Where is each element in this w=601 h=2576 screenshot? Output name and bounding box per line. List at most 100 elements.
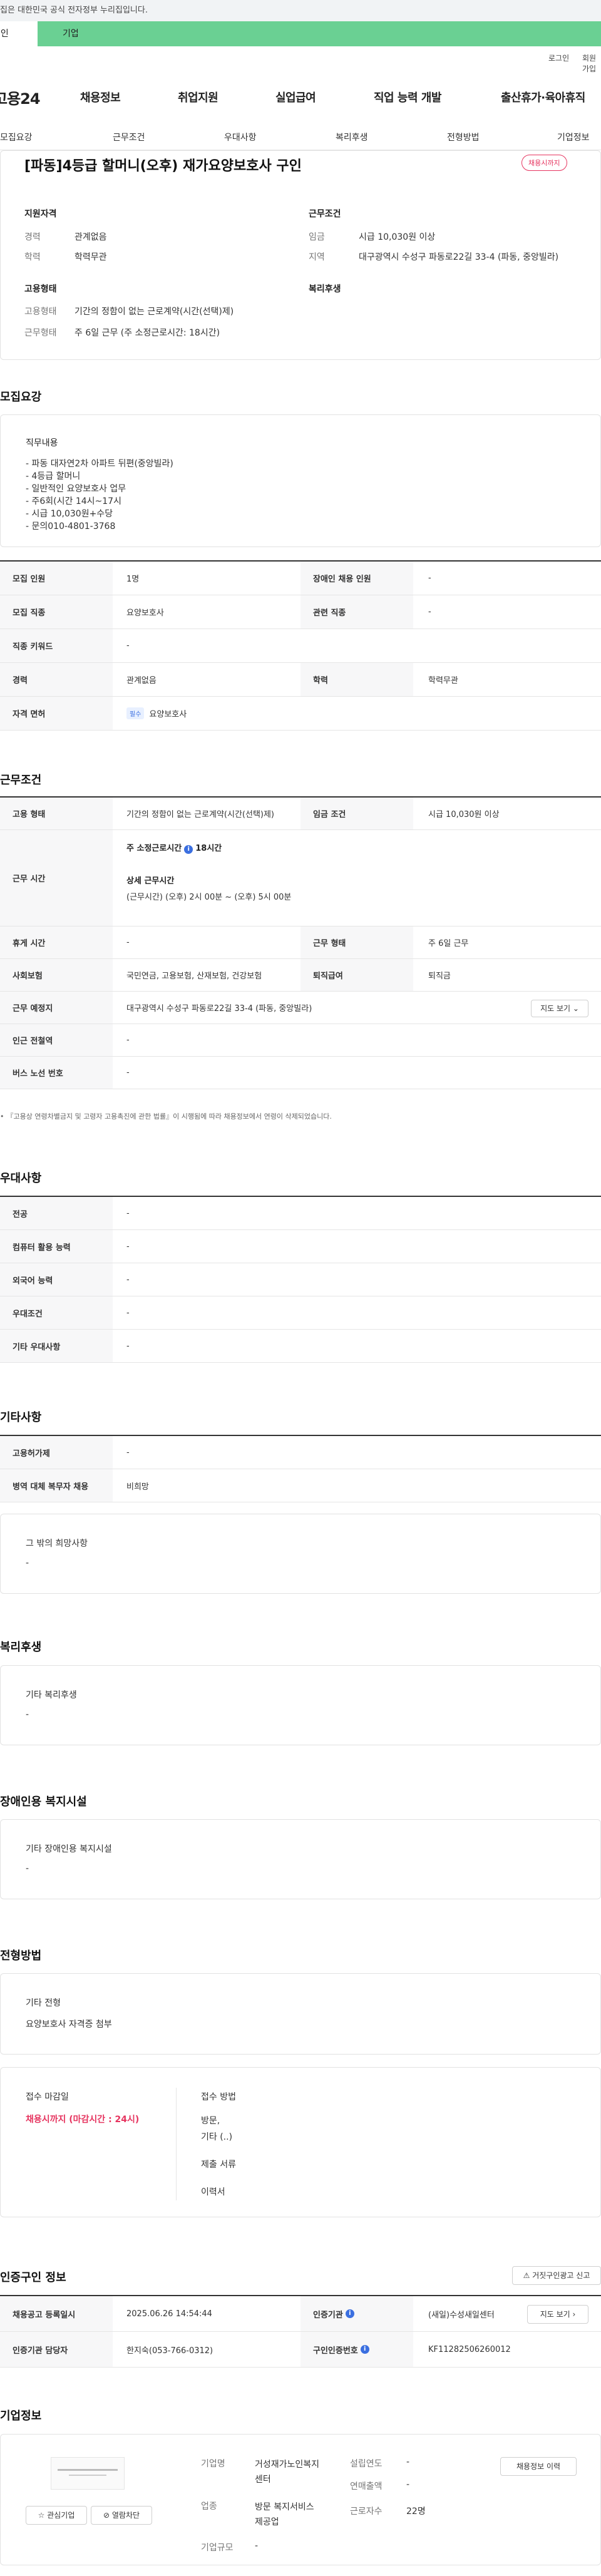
cert-number-label: 구인인증번호 <box>313 2346 358 2356</box>
job-description-heading: 직무내용 <box>26 438 58 448</box>
required-tag: 필수 <box>126 707 145 719</box>
etc-table: 고용허가제 - 병역 대체 복무자 채용 비희망 <box>0 1435 601 1502</box>
conditions-heading: 근무조건 <box>309 209 341 219</box>
subnav-company[interactable]: 기업정보 <box>557 131 590 143</box>
table-header: 관련 직종 <box>300 595 413 629</box>
table-cell: - <box>126 1447 130 1457</box>
table-cell: - <box>126 1308 130 1318</box>
documents-heading: 제출 서류 <box>201 2160 236 2170</box>
age-notice: • 『고용상 연령차별금지 및 고령자 고용촉진에 관한 법률』이 시행됨에 따라… <box>0 1112 332 1121</box>
gnb-item-training[interactable]: 직업 능력 개발 <box>374 89 441 105</box>
area-label: 지역 <box>309 252 325 262</box>
work-form-value: 주 6일 근무 (주 소정근로시간: 18시간) <box>74 328 220 338</box>
star-icon: ☆ <box>38 2511 45 2520</box>
company-name-label: 기업명 <box>201 2459 225 2469</box>
table-header: 인증기관 i <box>300 2296 413 2331</box>
table-cell: (새일)수성새일센터 <box>428 2310 495 2320</box>
info-icon[interactable]: i <box>345 2309 354 2318</box>
disabled-facility-box: 기타 장애인용 복지시설 - <box>0 1819 601 1899</box>
site-logo[interactable]: 고용24 <box>0 86 41 108</box>
block-icon: ⊘ <box>103 2511 110 2520</box>
wage-value: 시급 10,030원 이상 <box>359 232 436 242</box>
gnb-item-leave[interactable]: 출산휴가·육아휴직 <box>501 89 585 105</box>
other-wishes-box: 그 밖의 희망사항 - <box>0 1514 601 1594</box>
table-row: 근무 예정지 대구광역시 수성구 파동로22길 33-4 (파동, 중앙빌라) … <box>0 992 601 1024</box>
table-row: 근무 시간 주 소정근로시간 i 18시간 상세 근무시간 (근무시간) (오후) … <box>0 830 601 926</box>
tab-individual[interactable]: 개인 <box>0 21 38 46</box>
table-cell: 한지숙(053-766-0312) <box>126 2346 213 2356</box>
false-ad-report-button[interactable]: ⚠ 거짓구인광고 신고 <box>512 2266 601 2285</box>
qualification-heading: 지원자격 <box>24 209 57 219</box>
cert-map-label: 지도 보기 <box>540 2310 570 2319</box>
company-section-title: 기업정보 <box>0 2409 42 2423</box>
block-view-button[interactable]: ⊘ 열람차단 <box>91 2506 152 2525</box>
gov-banner-text: 이 누리집은 대한민국 공식 전자정부 누리집입니다. <box>0 6 148 15</box>
gnb-item-employment-support[interactable]: 취업지원 <box>178 89 218 105</box>
table-cell: 국민연금, 고용보험, 산재보험, 건강보험 <box>126 972 262 981</box>
etc-section-title: 기타사항 <box>0 1411 42 1424</box>
revenue-label: 연매출액 <box>350 2481 383 2491</box>
table-cell: 1명 <box>126 575 140 584</box>
detail-hours-label: 상세 근무시간 <box>126 876 175 886</box>
table-row: 전공 - <box>0 1197 601 1230</box>
job-line: - 파동 대자연2차 아파트 뒤편(중앙빌라) <box>26 459 173 469</box>
job-description-box: 직무내용 - 파동 대자연2차 아파트 뒤편(중앙빌라) - 4등급 할머니 -… <box>0 414 601 547</box>
method-line: 기타 (..) <box>201 2132 233 2142</box>
cert-map-button[interactable]: 지도 보기 › <box>527 2305 588 2324</box>
table-cell: - <box>126 1068 130 1077</box>
subnav-screening[interactable]: 전형방법 <box>447 131 480 143</box>
established-label: 설립연도 <box>350 2459 383 2469</box>
industry-value: 방문 복지서비스 제공업 <box>255 2500 314 2530</box>
gnb-item-unemployment[interactable]: 실업급여 <box>275 89 316 105</box>
table-header: 경력 <box>0 663 113 696</box>
table-header: 모집 인원 <box>0 562 113 595</box>
table-header: 사회보험 <box>0 959 113 991</box>
table-cell: - <box>126 1341 130 1351</box>
table-header: 장애인 채용 인원 <box>300 562 413 595</box>
tab-company[interactable]: 기업 <box>63 21 79 46</box>
table-row: 경력 관계없음 학력 학력무관 <box>0 663 601 697</box>
job-history-button[interactable]: 채용정보 이력 <box>500 2457 577 2476</box>
gnb-item-jobs[interactable]: 채용정보 <box>80 89 121 105</box>
table-header: 퇴직급여 <box>300 959 413 991</box>
recruit-table: 모집 인원 1명 장애인 채용 인원 - 모집 직종 요양보호사 관련 직종 -… <box>0 560 601 731</box>
info-icon[interactable]: i <box>184 845 193 854</box>
table-header: 임금 조건 <box>300 798 413 829</box>
table-cell: 필수 요양보호사 <box>126 697 187 730</box>
subnav-preference[interactable]: 우대사항 <box>224 131 257 143</box>
license-value: 요양보호사 <box>149 710 187 719</box>
table-cell: 시급 10,030원 이상 <box>428 810 500 819</box>
table-cell: 비희망 <box>126 1482 149 1492</box>
table-row: 인증기관 담당자 한지숙(053-766-0312) 구인인증번호 i KF112… <box>0 2332 601 2368</box>
established-value: - <box>406 2457 410 2467</box>
info-icon[interactable]: i <box>360 2345 369 2354</box>
revenue-value: - <box>406 2480 410 2490</box>
gov-banner: 이 누리집은 대한민국 공식 전자정부 누리집입니다. <box>0 0 601 21</box>
work-section-title: 근무조건 <box>0 774 42 787</box>
cert-section-title: 인증구인 정보 <box>0 2271 66 2284</box>
block-view-label: 열람차단 <box>111 2511 140 2520</box>
subnav-conditions[interactable]: 근무조건 <box>113 131 145 143</box>
table-header: 고용허가제 <box>0 1436 113 1469</box>
welfare-box-heading: 기타 복리후생 <box>26 1690 77 1700</box>
career-value: 관계없음 <box>74 232 107 242</box>
industry-label: 업종 <box>201 2502 217 2512</box>
subnav-welfare[interactable]: 복리후생 <box>336 131 368 143</box>
table-row: 컴퓨터 활용 능력 - <box>0 1230 601 1263</box>
join-link[interactable]: 회원가입 <box>582 53 601 74</box>
deadline-badge: 채용시까지 <box>521 155 567 171</box>
screening-section-title: 전형방법 <box>0 1949 42 1963</box>
interest-company-button[interactable]: ☆ 관심기업 <box>26 2506 87 2525</box>
chevron-down-icon: ⌄ <box>572 1004 579 1013</box>
weekly-hours: 주 소정근로시간 i 18시간 <box>126 841 222 854</box>
welfare-section-title: 복리후생 <box>0 1641 42 1654</box>
screening-value: 요양보호사 자격증 첨부 <box>26 2019 112 2029</box>
welfare-box: 기타 복리후생 - <box>0 1665 601 1745</box>
subnav-recruit[interactable]: 모집요강 <box>0 131 33 143</box>
documents-value: 이력서 <box>201 2187 225 2197</box>
table-header: 인증기관 담당자 <box>0 2332 113 2367</box>
map-view-button[interactable]: 지도 보기 ⌄ <box>531 1000 588 1017</box>
work-table: 고용 형태 기간의 정함이 없는 근로계약(시간(선택)제) 임금 조건 시급 … <box>0 796 601 1116</box>
login-link[interactable]: 로그인 <box>548 53 569 63</box>
other-wishes-value: - <box>26 1558 29 1568</box>
